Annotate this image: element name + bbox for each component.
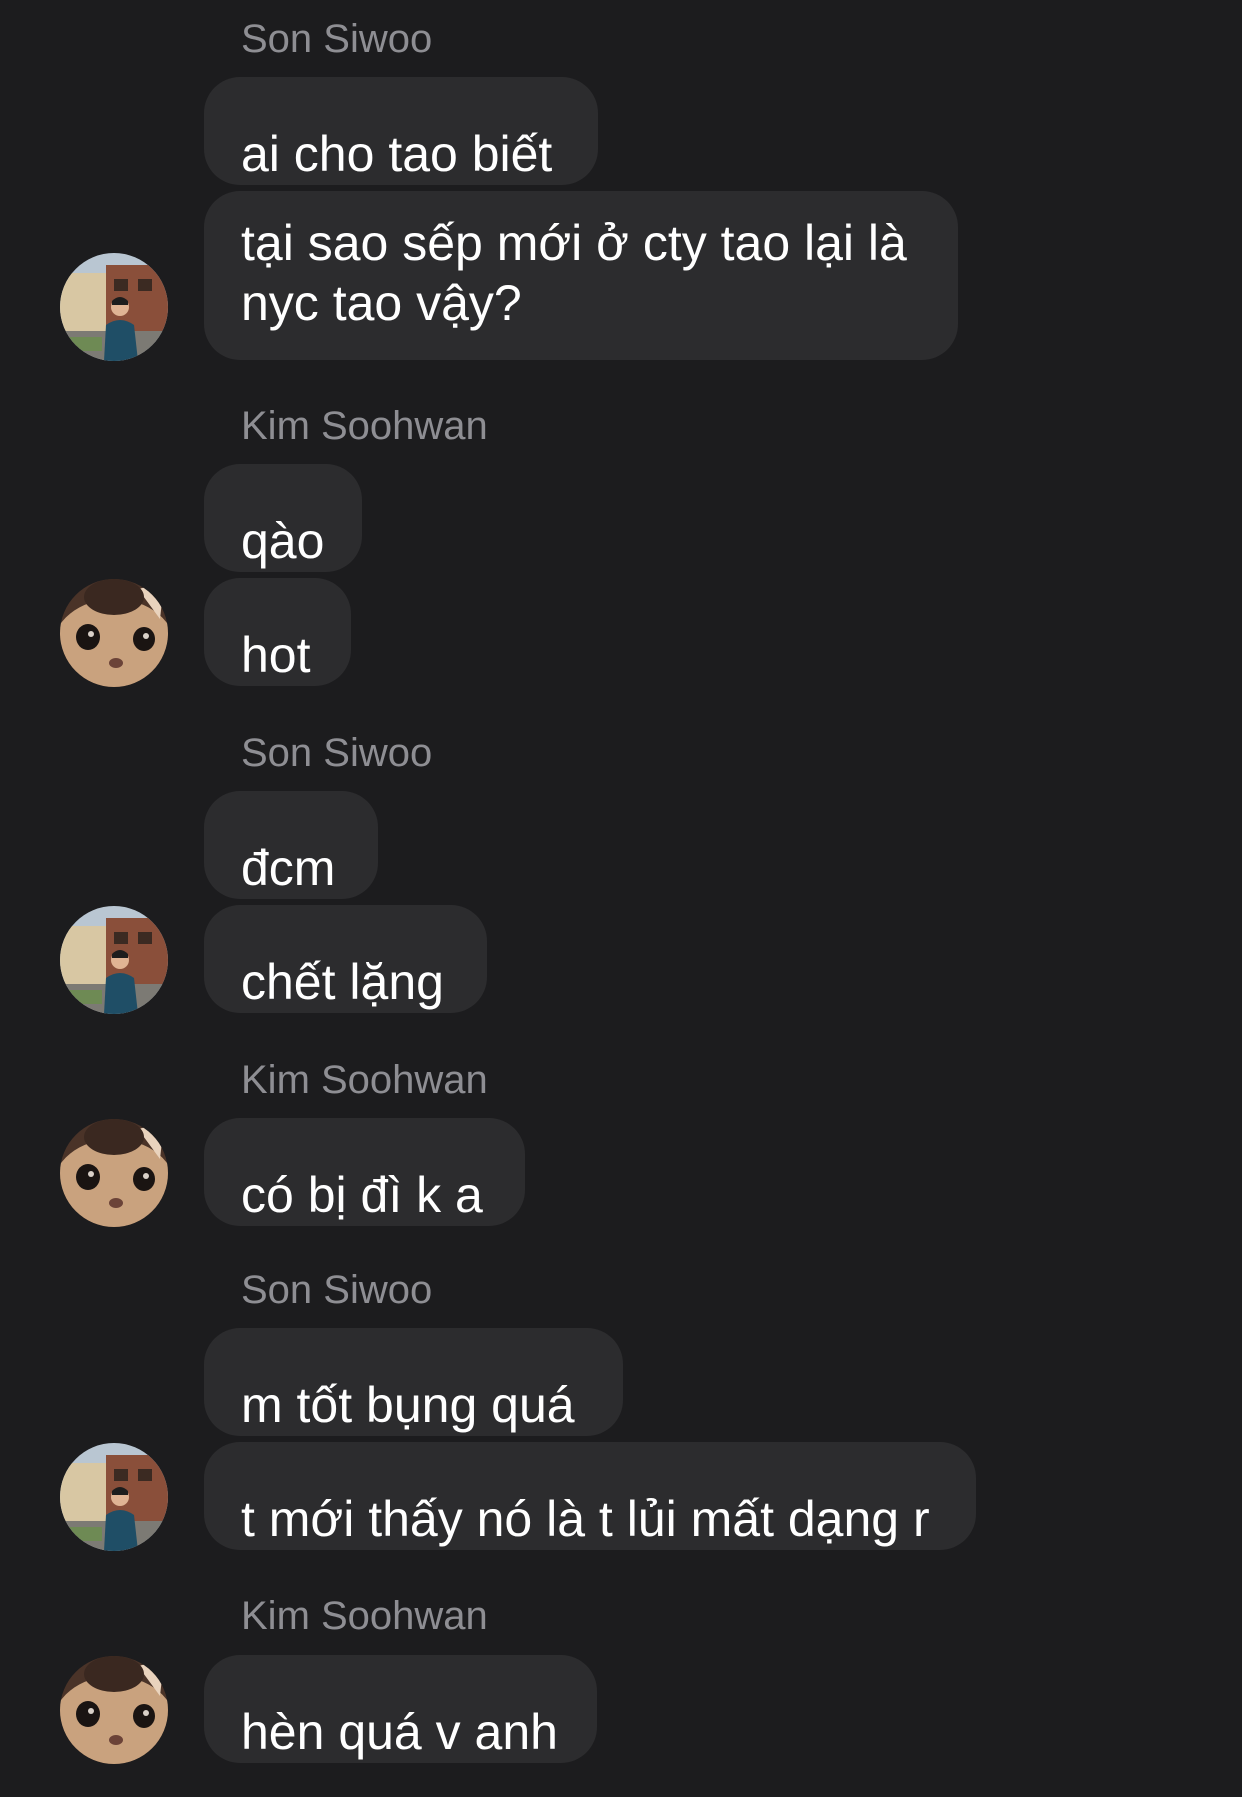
message-bubble[interactable]: hot — [204, 578, 351, 686]
cat-face-avatar[interactable] — [60, 579, 168, 687]
message-bubble[interactable]: t mới thấy nó là t lủi mất dạng r — [204, 1442, 976, 1550]
message-bubble[interactable]: m tốt bụng quá — [204, 1328, 623, 1436]
person-street-avatar[interactable] — [60, 253, 168, 361]
person-street-avatar[interactable] — [60, 906, 168, 1014]
sender-name: Son Siwoo — [241, 1268, 433, 1312]
person-street-avatar[interactable] — [60, 1443, 168, 1551]
cat-face-avatar[interactable] — [60, 1119, 168, 1227]
message-bubble[interactable]: qào — [204, 464, 362, 572]
sender-name: Kim Soohwan — [241, 1058, 488, 1102]
message-bubble[interactable]: ai cho tao biết — [204, 77, 598, 185]
sender-name: Son Siwoo — [241, 731, 433, 775]
sender-name: Kim Soohwan — [241, 1594, 488, 1638]
sender-name: Kim Soohwan — [241, 404, 488, 448]
message-bubble[interactable]: hèn quá v anh — [204, 1655, 597, 1763]
message-bubble[interactable]: chết lặng — [204, 905, 487, 1013]
message-bubble[interactable]: có bị đì k a — [204, 1118, 525, 1226]
message-bubble[interactable]: tại sao sếp mới ở cty tao lại là nyc tao… — [204, 191, 958, 360]
sender-name: Son Siwoo — [241, 17, 433, 61]
message-bubble[interactable]: đcm — [204, 791, 378, 899]
cat-face-avatar[interactable] — [60, 1656, 168, 1764]
